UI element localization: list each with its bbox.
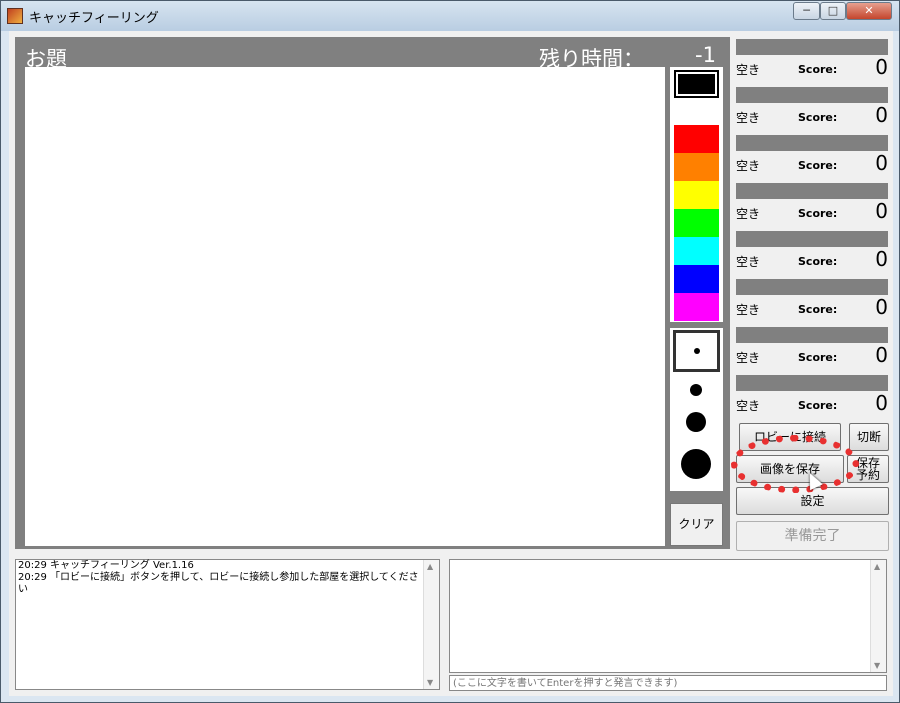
player-score: 0: [875, 343, 888, 367]
player-name-bar: [736, 279, 888, 295]
timer-value: -1: [695, 43, 716, 67]
drawing-canvas[interactable]: [25, 67, 665, 546]
player-slot: 空き Score: 0: [736, 87, 890, 131]
score-label: Score:: [798, 303, 838, 316]
player-slot: 空き Score: 0: [736, 375, 890, 419]
player-slot: 空き Score: 0: [736, 135, 890, 179]
color-swatch-magenta[interactable]: [674, 293, 719, 321]
window-title: キャッチフィーリング: [29, 11, 159, 26]
minimize-button[interactable]: ─: [793, 2, 820, 20]
reserve-save-button[interactable]: 保存 予約: [847, 455, 889, 483]
color-swatch-black[interactable]: [674, 70, 719, 98]
connect-lobby-button[interactable]: ロビーに接続: [739, 423, 841, 451]
player-slot: 空き Score: 0: [736, 327, 890, 371]
disconnect-button[interactable]: 切断: [849, 423, 889, 451]
chat-display[interactable]: ▲ ▼: [449, 559, 887, 673]
brush-size-xlarge[interactable]: [673, 442, 720, 486]
score-label: Score:: [798, 255, 838, 268]
player-score: 0: [875, 199, 888, 223]
player-score: 0: [875, 151, 888, 175]
player-state: 空き: [736, 207, 761, 221]
player-state: 空き: [736, 159, 761, 173]
chat-scrollbar[interactable]: ▲ ▼: [870, 560, 886, 672]
save-image-button[interactable]: 画像を保存: [736, 455, 844, 483]
player-state: 空き: [736, 399, 761, 413]
message-log[interactable]: 20:29 キャッチフィーリング Ver.1.16 20:29 「ロビーに接続」…: [15, 559, 440, 690]
player-score: 0: [875, 55, 888, 79]
brush-size-large[interactable]: [673, 406, 720, 438]
score-label: Score:: [798, 351, 838, 364]
score-label: Score:: [798, 63, 838, 76]
color-swatch-orange[interactable]: [674, 153, 719, 181]
score-label: Score:: [798, 111, 838, 124]
scroll-up-icon[interactable]: ▲: [427, 562, 433, 571]
app-window: キャッチフィーリング ─ □ ✕ お題 残り時間： -1 クリア 空き Scor…: [0, 0, 900, 703]
player-state: 空き: [736, 303, 761, 317]
chat-input[interactable]: [449, 675, 887, 691]
player-slot: 空き Score: 0: [736, 279, 890, 323]
color-swatch-green[interactable]: [674, 209, 719, 237]
player-name-bar: [736, 231, 888, 247]
brush-dot-small-icon: [694, 348, 700, 354]
brush-size-small[interactable]: [673, 330, 720, 372]
player-state: 空き: [736, 111, 761, 125]
log-scrollbar[interactable]: ▲ ▼: [423, 560, 439, 689]
color-palette: [670, 67, 723, 322]
score-label: Score:: [798, 159, 838, 172]
color-swatch-cyan[interactable]: [674, 237, 719, 265]
player-name-bar: [736, 375, 888, 391]
reserve-save-label-line2: 予約: [855, 468, 880, 482]
player-name-bar: [736, 135, 888, 151]
ready-button[interactable]: 準備完了: [736, 521, 889, 551]
brush-size-selector: [670, 328, 723, 491]
settings-button[interactable]: 設定: [736, 487, 889, 515]
player-slot: 空き Score: 0: [736, 231, 890, 275]
player-state: 空き: [736, 63, 761, 77]
canvas-panel: お題 残り時間： -1 クリア: [15, 37, 730, 549]
color-swatch-red[interactable]: [674, 125, 719, 153]
player-state: 空き: [736, 255, 761, 269]
brush-dot-large-icon: [686, 412, 706, 432]
scroll-up-icon[interactable]: ▲: [874, 562, 880, 571]
player-score: 0: [875, 103, 888, 127]
scroll-down-icon[interactable]: ▼: [427, 678, 433, 687]
player-score: 0: [875, 295, 888, 319]
player-slot: 空き Score: 0: [736, 39, 890, 83]
title-bar[interactable]: キャッチフィーリング ─ □ ✕: [1, 1, 899, 31]
color-swatch-yellow[interactable]: [674, 181, 719, 209]
brush-dot-xlarge-icon: [681, 449, 711, 479]
color-swatch-white[interactable]: [674, 98, 719, 126]
log-line: 20:29 キャッチフィーリング Ver.1.16: [18, 560, 194, 571]
app-icon: [7, 8, 23, 24]
brush-size-medium[interactable]: [673, 376, 720, 406]
client-area: お題 残り時間： -1 クリア 空き Score: 0 空き Score: 0 …: [9, 31, 893, 696]
player-state: 空き: [736, 351, 761, 365]
player-name-bar: [736, 183, 888, 199]
player-name-bar: [736, 87, 888, 103]
color-swatch-blue[interactable]: [674, 265, 719, 293]
scroll-down-icon[interactable]: ▼: [874, 661, 880, 670]
score-label: Score:: [798, 207, 838, 220]
clear-button[interactable]: クリア: [670, 503, 723, 546]
brush-dot-medium-icon: [690, 384, 702, 396]
player-slot: 空き Score: 0: [736, 183, 890, 227]
player-name-bar: [736, 327, 888, 343]
score-label: Score:: [798, 399, 838, 412]
player-score: 0: [875, 247, 888, 271]
player-name-bar: [736, 39, 888, 55]
log-line: 20:29 「ロビーに接続」ボタンを押して、ロビーに接続し参加した部屋を選択して…: [18, 572, 419, 595]
maximize-button[interactable]: □: [820, 2, 846, 20]
player-score: 0: [875, 391, 888, 415]
close-button[interactable]: ✕: [846, 2, 892, 20]
